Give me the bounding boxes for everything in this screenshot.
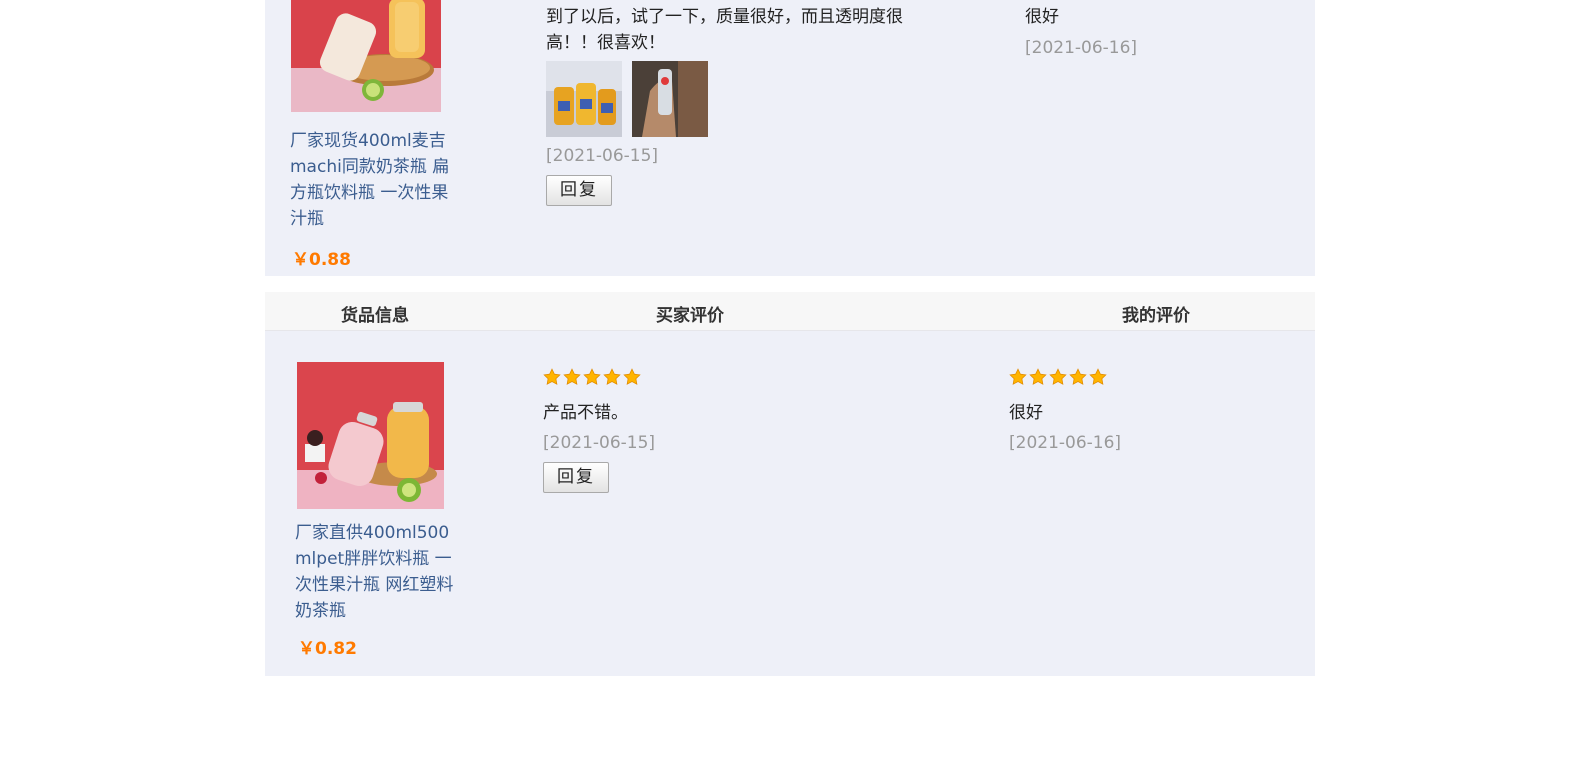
product-title-link[interactable]: 厂家直供400ml500mlpet胖胖饮料瓶 一次性果汁瓶 网红塑料奶茶瓶 [295, 520, 465, 624]
star-icon [603, 368, 621, 385]
buyer-review-date: [2021-06-15] [546, 146, 659, 166]
product-price: ￥0.88 [292, 250, 351, 270]
header-my-review: 我的评价 [1122, 306, 1190, 326]
header-goods-info: 货品信息 [341, 306, 409, 326]
product-image-1[interactable] [291, 0, 441, 112]
my-review-date: [2021-06-16] [1009, 433, 1122, 453]
product-image-2[interactable] [297, 362, 444, 509]
buyer-star-rating [543, 368, 641, 386]
buyer-review-date: [2021-06-15] [543, 433, 656, 453]
my-comment: 很好 [1009, 403, 1043, 423]
review-table-header: 货品信息 买家评价 我的评价 [265, 292, 1315, 331]
star-icon [623, 368, 641, 385]
reply-button[interactable]: 回复 [546, 175, 612, 206]
buyer-comment: 产品不错。 [543, 403, 628, 423]
review-block-1: 厂家现货400ml麦吉machi同款奶茶瓶 扁方瓶饮料瓶 一次性果汁瓶 ￥0.8… [265, 0, 1315, 276]
reply-button[interactable]: 回复 [543, 462, 609, 493]
star-icon [543, 368, 561, 385]
product-price: ￥0.82 [298, 639, 357, 659]
star-icon [1049, 368, 1067, 385]
review-photo-1[interactable] [546, 61, 622, 137]
my-comment: 很好 [1025, 7, 1059, 27]
review-photo-2[interactable] [632, 61, 708, 137]
star-icon [1029, 368, 1047, 385]
review-block-2: 货品信息 买家评价 我的评价 厂家直供400ml500mlpet胖胖饮料瓶 一次… [265, 292, 1315, 676]
star-icon [1069, 368, 1087, 385]
star-icon [1089, 368, 1107, 385]
star-icon [563, 368, 581, 385]
buyer-comment: 到了以后，试了一下，质量很好，而且透明度很高！！很喜欢！ [546, 7, 903, 53]
product-title-link[interactable]: 厂家现货400ml麦吉machi同款奶茶瓶 扁方瓶饮料瓶 一次性果汁瓶 [290, 128, 460, 232]
star-icon [1009, 368, 1027, 385]
my-star-rating [1009, 368, 1107, 386]
my-review-date: [2021-06-16] [1025, 38, 1138, 58]
header-buyer-review: 买家评价 [656, 306, 724, 326]
star-icon [583, 368, 601, 385]
